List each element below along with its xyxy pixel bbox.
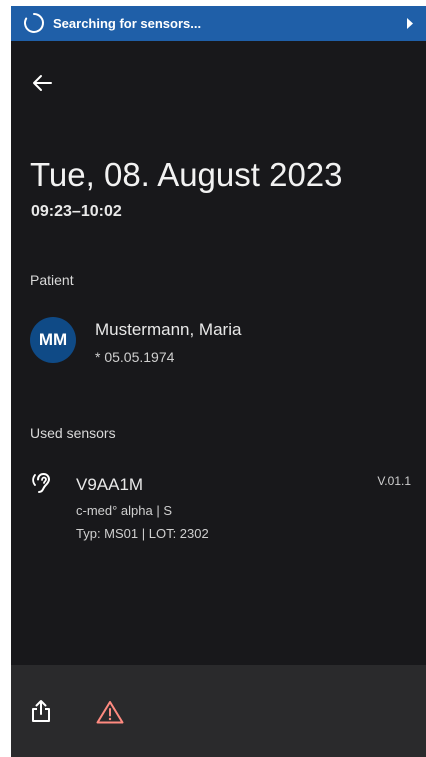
patient-dob: * 05.05.1974 <box>95 349 175 365</box>
patient-section-label: Patient <box>30 272 74 288</box>
sensor-search-banner[interactable]: Searching for sensors... <box>11 6 426 41</box>
screen: Searching for sensors... Tue, 08. August… <box>11 6 426 757</box>
bottom-action-bar <box>11 665 426 757</box>
avatar-initials: MM <box>38 330 68 349</box>
session-time-range: 09:23–10:02 <box>31 203 122 220</box>
warning-icon[interactable] <box>96 700 124 724</box>
hearing-ear-icon <box>32 472 51 493</box>
sensor-type-lot: Typ: MS01 | LOT: 2302 <box>76 526 209 541</box>
sensor-version: V.01.1 <box>377 474 411 488</box>
patient-name: Mustermann, Maria <box>95 320 242 339</box>
sensor-id: V9AA1M <box>76 475 144 494</box>
loading-spinner-icon <box>24 13 44 33</box>
sensor-model: c-med° alpha | S <box>76 503 173 518</box>
banner-text: Searching for sensors... <box>53 16 202 31</box>
session-date: Tue, 08. August 2023 <box>30 156 343 193</box>
back-arrow-icon[interactable] <box>31 72 53 94</box>
chevron-right-icon <box>407 18 413 29</box>
avatar: MM <box>30 317 76 363</box>
share-icon[interactable] <box>28 698 54 724</box>
sensors-section-label: Used sensors <box>30 425 116 441</box>
